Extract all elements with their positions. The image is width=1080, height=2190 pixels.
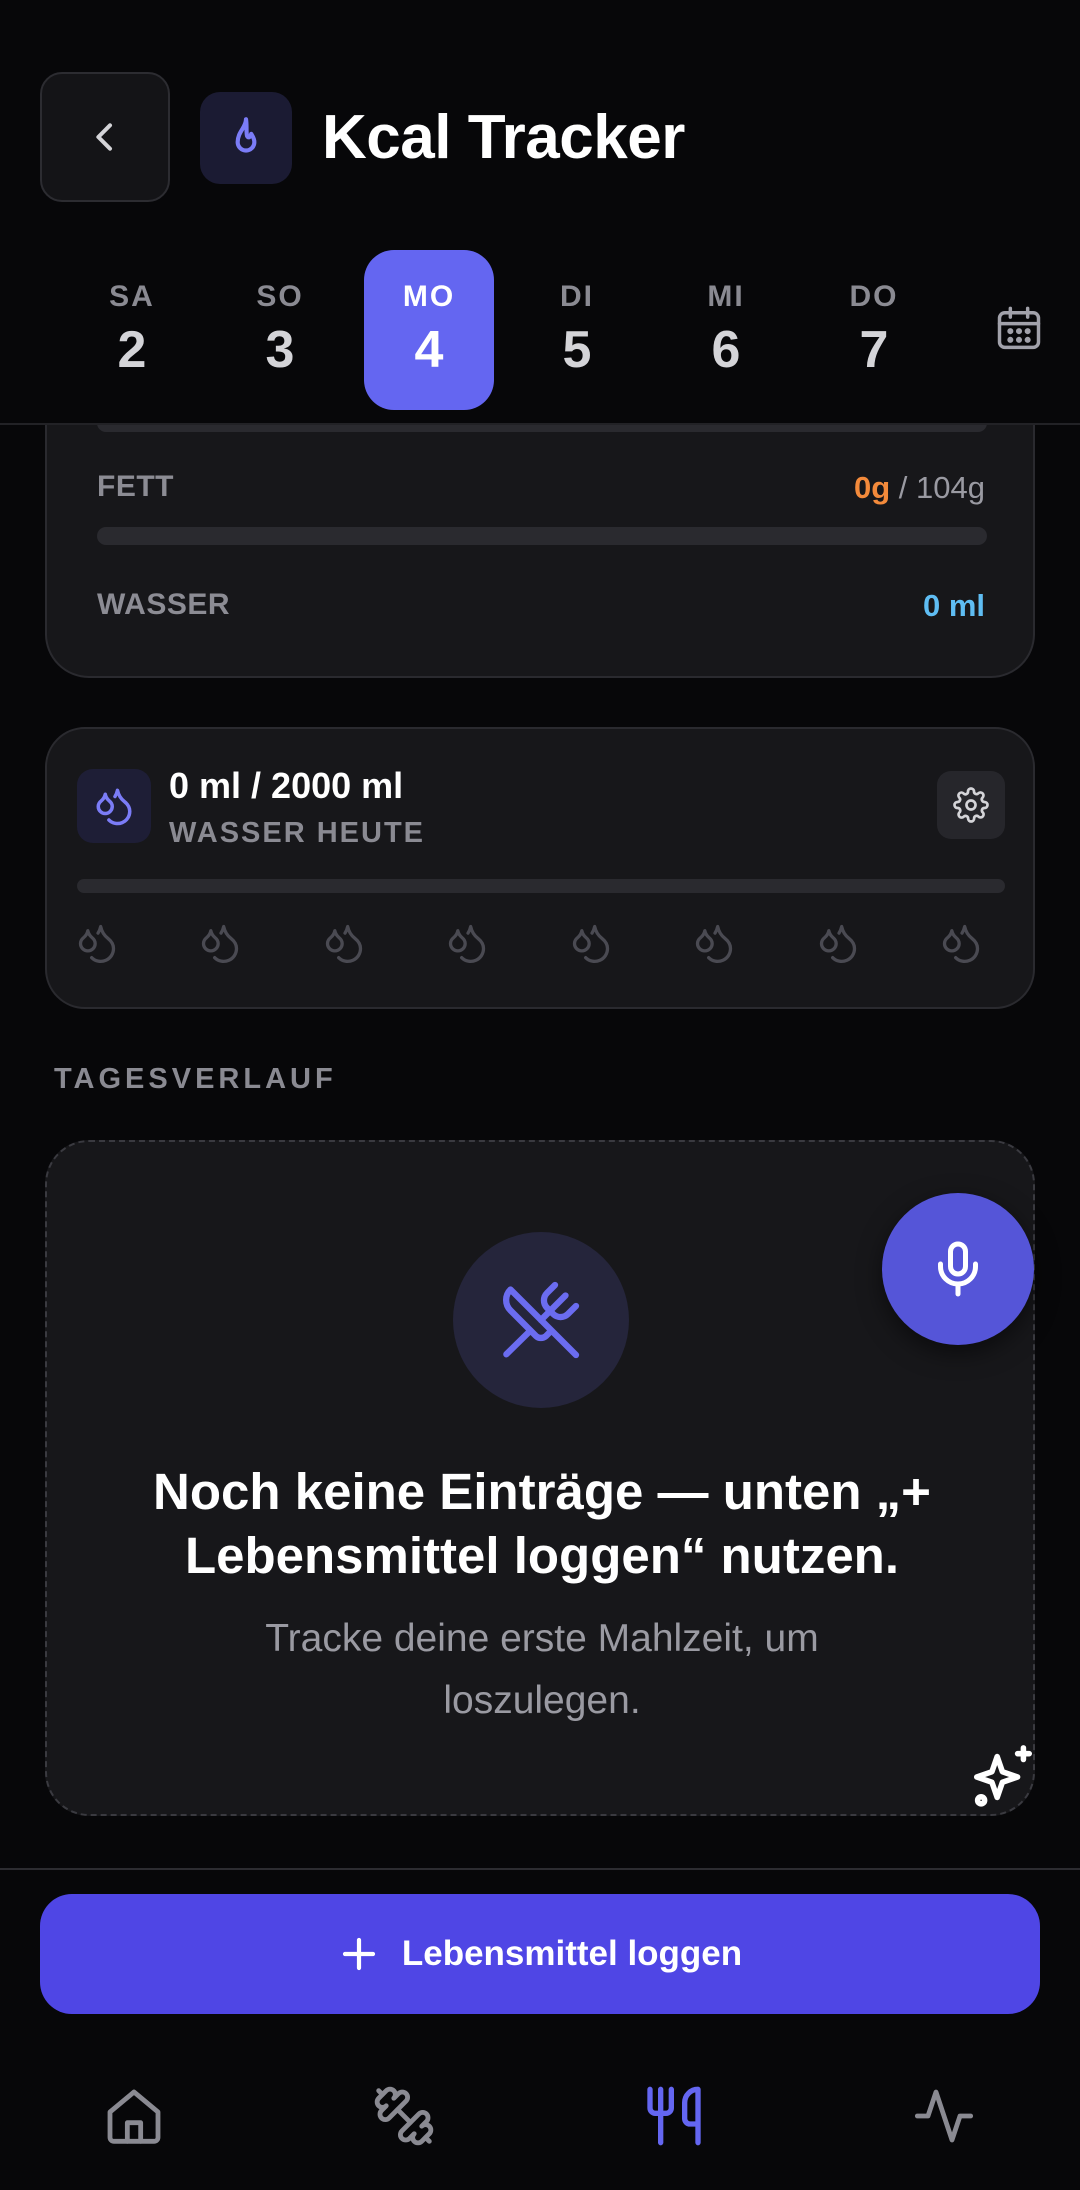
day-name: DI [560,280,594,313]
day-name: MI [707,280,745,313]
day-number: 3 [265,321,295,379]
water-card: 0 ml / 2000 ml WASSER HEUTE [45,727,1035,1009]
water-drop-icon[interactable] [445,921,489,965]
gear-icon [953,787,989,823]
water-drops-icon [77,769,151,843]
day-name: SA [109,280,155,313]
water-drop-icon[interactable] [939,921,983,965]
day-number: 5 [562,321,592,379]
utensils-crossed-icon [453,1232,629,1408]
water-drop-icon[interactable] [198,921,242,965]
timeline-section-label: TAGESVERLAUF [54,1063,337,1095]
water-amount: 0 ml / 2000 ml [169,765,404,806]
water-glasses-row [75,921,1015,977]
day-sa[interactable]: SA 2 [67,250,197,410]
empty-state-title: Noch keine Einträge — unten „+ Lebensmit… [153,1463,931,1584]
sparkles-icon[interactable] [968,1742,1038,1812]
water-label: WASSER [97,588,231,621]
microphone-icon [938,1241,978,1297]
day-name: SO [256,280,304,313]
nav-workout[interactable] [368,2080,440,2152]
bottom-bar: Lebensmittel loggen [0,1868,1080,2190]
fat-label: FETT [97,470,174,503]
day-mi[interactable]: MI 6 [661,250,791,410]
day-do[interactable]: DO 7 [809,250,939,410]
bottom-navigation [0,2060,1080,2170]
day-name: DO [849,280,899,313]
day-selector: · SA 2 SO 3 MO 4 DI 5 MI 6 DO 7 [0,250,1080,410]
log-food-label: Lebensmittel loggen [401,1934,743,1973]
fat-goal: / 104g [898,470,985,505]
water-settings-button[interactable] [937,771,1005,839]
top-header: Kcal Tracker · SA 2 SO 3 MO 4 DI 5 MI 6 … [0,0,1080,425]
water-drop-icon[interactable] [816,921,860,965]
day-number: 7 [859,321,889,379]
water-value: 0 ml [923,588,985,624]
fat-progress-bar [97,527,987,545]
fat-value: 0g / 104g [854,470,985,506]
voice-input-button[interactable] [882,1193,1034,1345]
nav-home[interactable] [98,2080,170,2152]
water-subtitle: WASSER HEUTE [169,817,426,849]
calendar-icon[interactable] [993,302,1045,356]
flame-icon [200,92,292,184]
fat-current: 0g [853,470,891,505]
nav-nutrition[interactable] [638,2080,710,2152]
day-number: 6 [711,321,741,379]
day-number: 2 [117,321,147,379]
water-current: 0 ml [922,588,985,623]
empty-state-subtitle: Tracke deine erste Mahlzeit, um loszuleg… [265,1617,819,1722]
water-drop-icon[interactable] [75,921,119,965]
back-button[interactable] [40,72,170,202]
page-title: Kcal Tracker [322,103,685,172]
day-name: MO [402,280,456,313]
day-so[interactable]: SO 3 [215,250,345,410]
home-icon [107,2089,161,2144]
water-progress-bar [77,879,1005,893]
nav-activity[interactable] [908,2080,980,2152]
log-food-button[interactable]: Lebensmittel loggen [40,1894,1040,2014]
dumbbell-icon [374,2086,434,2146]
day-number: 4 [414,321,444,379]
activity-icon [914,2089,974,2143]
water-drop-icon[interactable] [569,921,613,965]
utensils-icon [647,2086,701,2146]
water-drop-icon[interactable] [322,921,366,965]
chevron-left-icon [96,123,112,151]
day-mo-selected[interactable]: MO 4 [364,250,494,410]
water-drop-icon[interactable] [692,921,736,965]
plus-icon [342,1937,375,1971]
day-di[interactable]: DI 5 [512,250,642,410]
